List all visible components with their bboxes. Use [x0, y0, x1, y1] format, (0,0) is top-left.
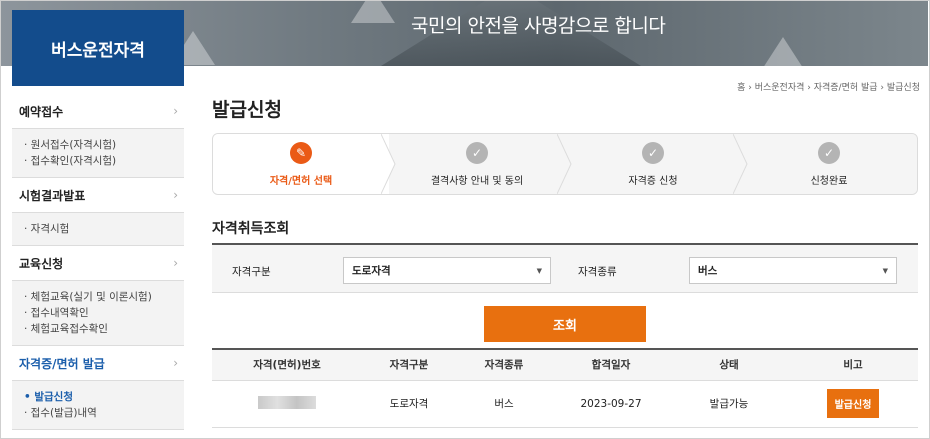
- column-header: 비고: [788, 349, 918, 381]
- submenu-item-application-history[interactable]: · 접수내역확인: [24, 305, 184, 321]
- submenu-item-education-check[interactable]: · 체험교육접수확인: [24, 321, 184, 337]
- submenu-item-issue-request[interactable]: • 발급신청: [24, 389, 184, 405]
- banner-slogan: 국민의 안전을 사명감으로 합니다: [411, 15, 666, 37]
- sidebar-submenu: · 자격시험: [12, 213, 184, 246]
- type-cell: 도로자격: [362, 380, 456, 428]
- column-header: 상태: [670, 349, 788, 381]
- sidebar-item-education[interactable]: 교육신청 ›: [12, 246, 184, 281]
- column-header: 자격종류: [456, 349, 552, 381]
- sidebar-item-exam-results[interactable]: 시험결과발표 ›: [12, 178, 184, 213]
- step-select-license: ✎ 자격/면허 선택: [213, 134, 396, 194]
- page-title: 발급신청: [212, 99, 282, 121]
- caret-down-icon: ▼: [536, 266, 542, 275]
- qualification-type-label: 자격구분: [232, 266, 271, 278]
- column-header: 합격일자: [552, 349, 670, 381]
- chevron-right-icon: ›: [173, 188, 178, 202]
- sidebar-item-label: 예약접수: [19, 104, 64, 119]
- sidebar-item-label: 시험결과발표: [19, 188, 86, 203]
- license-number-cell: [212, 380, 362, 428]
- sidebar-item-label: 교육신청: [19, 256, 64, 271]
- step-license-request: ✓ 자격증 신청: [565, 134, 748, 194]
- check-icon: ✓: [818, 141, 840, 164]
- kind-cell: 버스: [456, 380, 552, 428]
- results-table: 자격(면허)번호 자격구분 자격종류 합격일자 상태 비고 도로자격 버스 20…: [212, 348, 918, 428]
- chevron-right-icon: ›: [173, 104, 178, 118]
- step-arrow: [557, 134, 572, 194]
- issue-request-button[interactable]: 발급신청: [826, 389, 880, 418]
- submenu-item-qualification-exam[interactable]: · 자격시험: [24, 221, 184, 237]
- search-button[interactable]: 조회: [484, 306, 646, 342]
- submenu-item-check-exam[interactable]: · 접수확인(자격시험): [24, 153, 184, 169]
- select-value: 도로자격: [352, 265, 391, 277]
- sidebar-item-label: 자격증/면허 발급: [19, 356, 105, 371]
- sidebar-item-license-issue[interactable]: 자격증/면허 발급 ›: [12, 346, 184, 381]
- action-cell: 발급신청: [788, 380, 918, 428]
- date-cell: 2023-09-27: [552, 380, 670, 428]
- sidebar-submenu: · 원서접수(자격시험) · 접수확인(자격시험): [12, 129, 184, 178]
- step-disqualification-consent: ✓ 결격사항 안내 및 동의: [389, 134, 572, 194]
- qualification-type-select[interactable]: 도로자격 ▼: [343, 257, 551, 284]
- sidebar-submenu: · 체험교육(실기 및 이론시험) · 접수내역확인 · 체험교육접수확인: [12, 281, 184, 346]
- column-header: 자격구분: [362, 349, 456, 381]
- column-header: 자격(면허)번호: [212, 349, 362, 381]
- step-arrow: [733, 134, 748, 194]
- redacted-number: [258, 395, 316, 409]
- banner-triangle-graphic: [351, 1, 395, 23]
- check-icon: ✓: [642, 141, 664, 164]
- select-value: 버스: [698, 265, 718, 277]
- sidebar-submenu: • 발급신청 · 접수(발급)내역: [12, 381, 184, 430]
- search-form: 자격구분 도로자격 ▼ 자격종류 버스 ▼: [212, 243, 918, 293]
- caret-down-icon: ▼: [882, 266, 888, 275]
- breadcrumb: 홈 › 버스운전자격 › 자격증/면허 발급 › 발급신청: [737, 83, 920, 93]
- section-title: 자격취득조회: [212, 221, 290, 237]
- step-label: 자격/면허 선택: [269, 175, 333, 187]
- step-complete: ✓ 신청완료: [741, 134, 917, 194]
- qualification-kind-select[interactable]: 버스 ▼: [689, 257, 897, 284]
- submenu-item-issue-history[interactable]: · 접수(발급)내역: [24, 405, 184, 421]
- step-label: 자격증 신청: [628, 175, 678, 187]
- table-row: 도로자격 버스 2023-09-27 발급가능 발급신청: [212, 380, 918, 428]
- status-cell: 발급가능: [670, 380, 788, 428]
- step-label: 신청완료: [810, 175, 848, 187]
- table-header-row: 자격(면허)번호 자격구분 자격종류 합격일자 상태 비고: [212, 349, 918, 381]
- banner-triangle-graphic: [761, 37, 805, 66]
- chevron-right-icon: ›: [173, 256, 178, 270]
- progress-steps: ✎ 자격/면허 선택 ✓ 결격사항 안내 및 동의 ✓ 자격증 신청 ✓ 신청완…: [212, 133, 918, 195]
- chevron-right-icon: ›: [173, 356, 178, 370]
- check-icon: ✓: [466, 141, 488, 164]
- sidebar-item-reservation[interactable]: 예약접수 ›: [12, 94, 184, 129]
- submenu-item-apply-exam[interactable]: · 원서접수(자격시험): [24, 137, 184, 153]
- site-logo[interactable]: 버스운전자격: [12, 10, 184, 86]
- sidebar: 예약접수 › · 원서접수(자격시험) · 접수확인(자격시험) 시험결과발표 …: [12, 94, 184, 430]
- qualification-kind-label: 자격종류: [578, 266, 617, 278]
- pencil-icon: ✎: [290, 141, 312, 164]
- step-arrow: [381, 134, 396, 194]
- submenu-item-experience-education[interactable]: · 체험교육(실기 및 이론시험): [24, 289, 184, 305]
- step-label: 결격사항 안내 및 동의: [430, 175, 524, 187]
